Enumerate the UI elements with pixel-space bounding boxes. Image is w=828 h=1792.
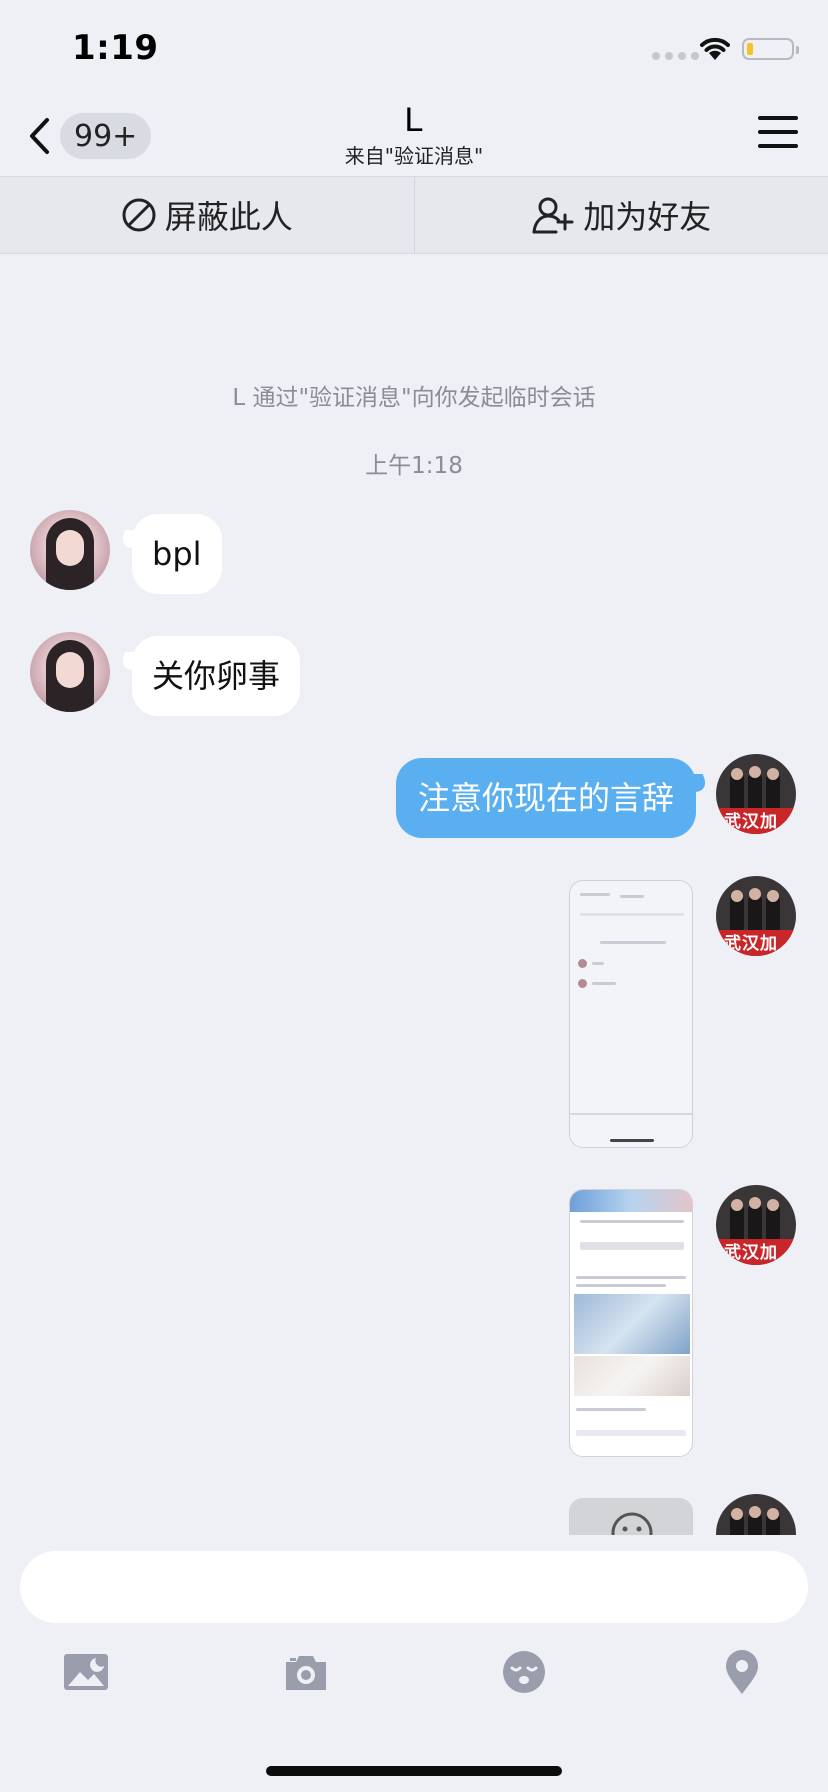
smiley-icon	[611, 1512, 653, 1535]
signal-icon	[652, 52, 699, 60]
message-input[interactable]	[20, 1551, 808, 1623]
block-user-label: 屏蔽此人	[164, 198, 293, 236]
location-icon[interactable]	[718, 1648, 766, 1696]
image-icon[interactable]	[62, 1648, 110, 1696]
message-clip	[0, 1490, 828, 1535]
add-friend-label: 加为好友	[583, 198, 712, 236]
chevron-left-icon	[30, 118, 49, 154]
action-strip: 屏蔽此人 加为好友	[0, 176, 828, 254]
my-avatar[interactable]: 武汉加	[716, 1185, 796, 1265]
contact-avatar[interactable]	[30, 632, 110, 712]
hamburger-menu-icon[interactable]	[758, 116, 798, 152]
message-timestamp: 上午1:18	[365, 453, 463, 479]
my-avatar[interactable]: 武汉加	[716, 754, 796, 834]
status-time: 1:19	[72, 28, 159, 68]
wifi-icon	[700, 37, 730, 60]
my-avatar[interactable]	[716, 1494, 796, 1535]
back-button[interactable]: 99+	[28, 106, 152, 166]
image-message[interactable]	[569, 880, 693, 1148]
battery-icon	[742, 38, 799, 60]
message-bubble-received[interactable]: bpl	[132, 514, 222, 594]
home-indicator[interactable]	[266, 1766, 562, 1776]
image-message[interactable]	[569, 1498, 693, 1535]
contact-avatar[interactable]	[30, 510, 110, 590]
message-bubble-sent[interactable]: 注意你现在的言辞	[395, 758, 696, 838]
image-message[interactable]	[569, 1189, 693, 1457]
system-notice: L 通过"验证消息"向你发起临时会话	[232, 385, 596, 411]
block-user-button[interactable]: 屏蔽此人	[0, 177, 414, 253]
my-avatar[interactable]: 武汉加	[716, 876, 796, 956]
nav-bar: L 来自"验证消息" 99+	[0, 100, 828, 176]
block-icon	[122, 198, 156, 232]
unread-count-badge: 99+	[60, 113, 152, 159]
emoji-icon[interactable]	[500, 1648, 548, 1696]
status-bar: 1:19	[0, 0, 828, 100]
camera-icon[interactable]	[282, 1648, 330, 1696]
message-bubble-received[interactable]: 关你卵事	[132, 636, 301, 716]
add-user-icon	[532, 197, 574, 234]
add-friend-button[interactable]: 加为好友	[413, 177, 828, 253]
input-toolbar	[0, 1640, 828, 1712]
